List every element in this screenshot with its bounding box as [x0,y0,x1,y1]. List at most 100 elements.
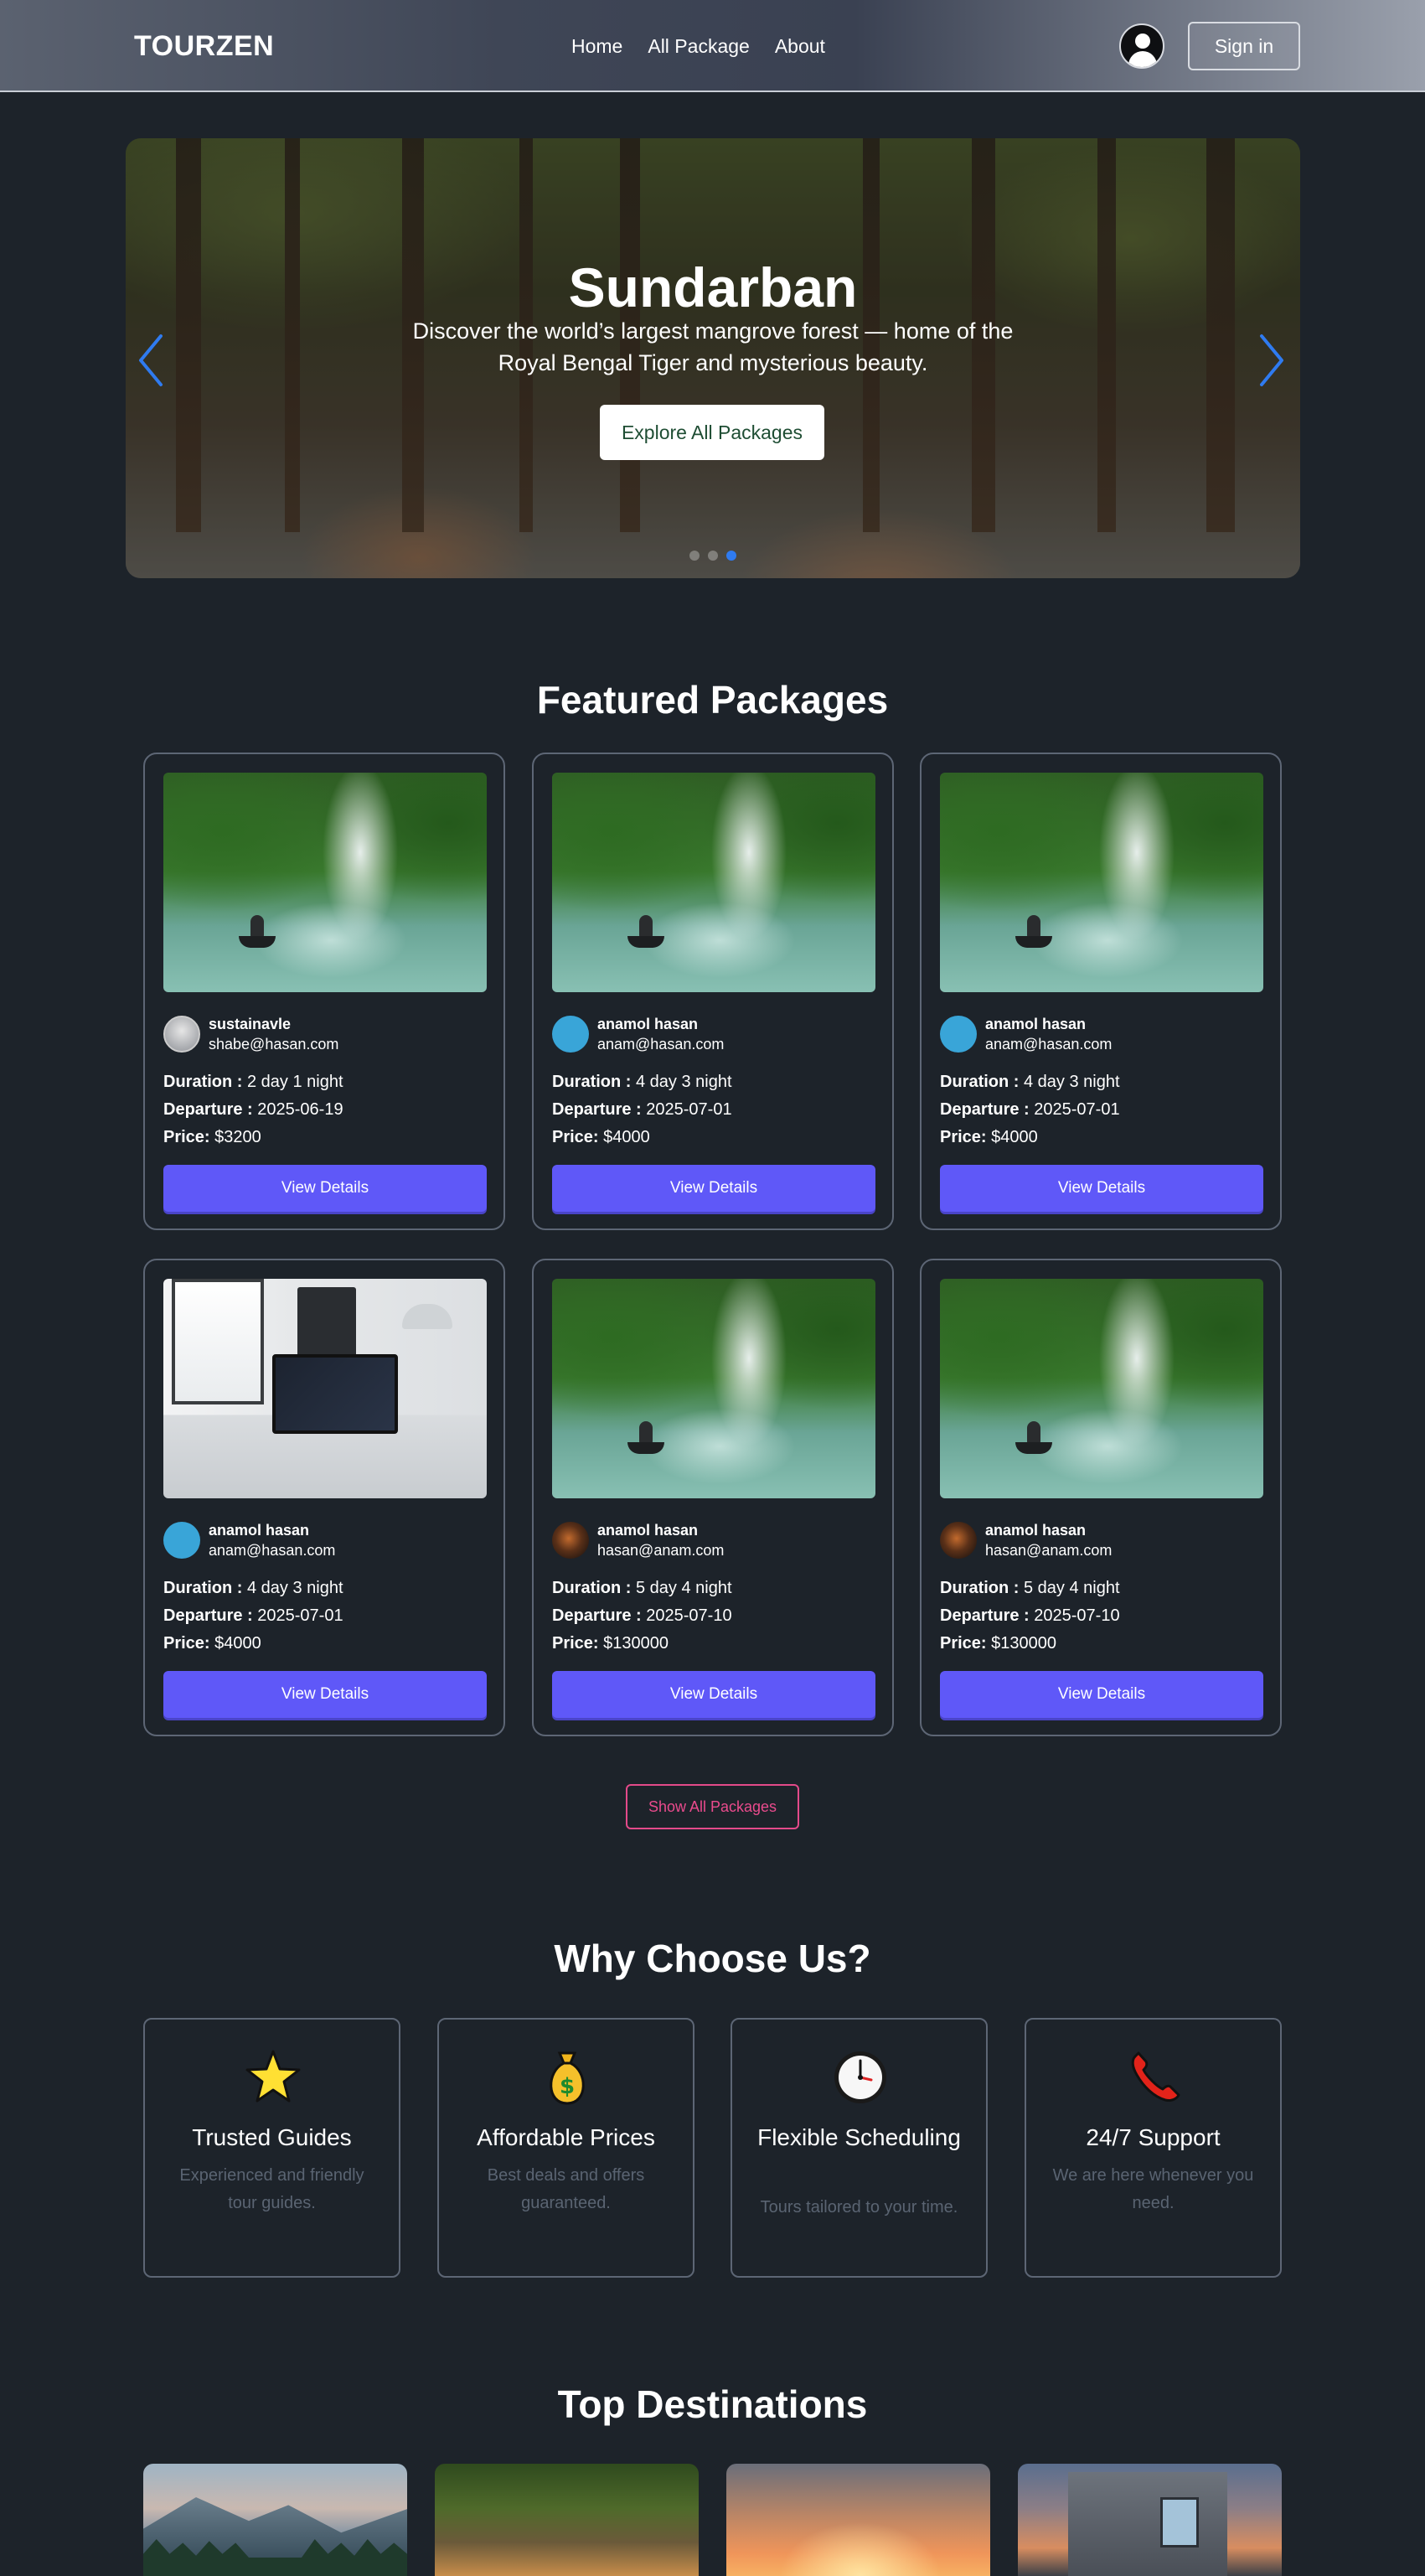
package-author: anamol hasan anam@hasan.com [552,1014,724,1054]
carousel-dots [126,551,1300,561]
carousel-dot[interactable] [689,551,700,561]
nav-link-home[interactable]: Home [571,35,622,58]
duration-value: 4 day 3 night [247,1579,343,1597]
carousel-dot[interactable] [708,551,718,561]
hero-carousel: Sundarban Discover the world’s largest m… [126,138,1300,578]
view-details-button[interactable]: View Details [163,1165,487,1212]
duration-value: 5 day 4 night [636,1579,732,1597]
feature-description: Tours tailored to your time. [760,2198,958,2216]
clock-icon [834,2051,886,2103]
nav-link-all-package[interactable]: All Package [648,35,749,58]
feature-description: We are here whenever you need. [1052,2166,1254,2212]
view-details-button[interactable]: View Details [940,1165,1263,1212]
top-destinations-title: Top Destinations [557,2382,868,2426]
feature-card-affordable-prices: $ Affordable Prices Best deals and offer… [437,2018,694,2278]
show-all-packages-button[interactable]: Show All Packages [626,1784,799,1829]
departure-value: 2025-07-10 [646,1606,732,1625]
user-icon-head [1135,34,1150,49]
package-card: anamol hasan hasan@anam.com Duration : 5… [920,1259,1282,1736]
view-details-button[interactable]: View Details [163,1671,487,1718]
departure-label: Departure : [163,1606,253,1625]
price-label: Price: [163,1128,210,1146]
view-details-button[interactable]: View Details [940,1671,1263,1718]
departure-value: 2025-07-01 [646,1100,732,1119]
package-card: anamol hasan hasan@anam.com Duration : 5… [532,1259,894,1736]
sign-in-button[interactable]: Sign in [1188,22,1300,70]
author-email: anam@hasan.com [597,1036,725,1053]
price-label: Price: [940,1634,987,1653]
avatar [940,1016,977,1053]
feature-card-trusted-guides: Trusted Guides Experienced and friendly … [143,2018,400,2278]
chevron-left-icon[interactable] [134,331,168,390]
author-email: hasan@anam.com [985,1542,1113,1559]
package-author: anamol hasan hasan@anam.com [552,1520,724,1560]
duration-label: Duration : [940,1579,1020,1597]
view-details-button[interactable]: View Details [552,1671,875,1718]
avatar [163,1522,200,1559]
package-author: anamol hasan anam@hasan.com [163,1520,335,1560]
departure-label: Departure : [940,1100,1030,1119]
departure-label: Departure : [552,1100,642,1119]
departure-value: 2025-06-19 [257,1100,343,1119]
duration-value: 2 day 1 night [247,1073,343,1091]
destination-card[interactable] [726,2464,990,2576]
destination-card[interactable] [1018,2464,1282,2576]
author-name: anamol hasan [209,1522,310,1539]
avatar [940,1522,977,1559]
destination-card[interactable] [435,2464,699,2576]
feature-title: Flexible Scheduling [757,2124,961,2150]
package-image [552,1279,875,1498]
package-image [163,773,487,992]
package-image [940,773,1263,992]
package-image [940,1279,1263,1498]
phone-icon [1131,2051,1180,2102]
svg-text:$: $ [560,2074,575,2099]
hero-title: Sundarban [568,256,858,318]
duration-value: 5 day 4 night [1024,1579,1120,1597]
price-value: $4000 [214,1634,261,1653]
avatar [552,1016,589,1053]
price-value: $4000 [603,1128,650,1146]
departure-value: 2025-07-01 [1034,1100,1120,1119]
feature-card-24-7-support: 24/7 Support We are here whenever you ne… [1025,2018,1282,2278]
package-info: Duration : 5 day 4 night Departure : 202… [940,1575,1120,1658]
package-image [163,1279,487,1498]
duration-value: 4 day 3 night [636,1073,732,1091]
duration-label: Duration : [552,1579,632,1597]
view-details-button[interactable]: View Details [552,1165,875,1212]
departure-label: Departure : [163,1100,253,1119]
feature-description: Experienced and friendly tour guides. [179,2166,364,2212]
package-info: Duration : 4 day 3 night Departure : 202… [940,1068,1120,1151]
feature-title: Affordable Prices [477,2124,655,2150]
user-circle-icon[interactable] [1119,23,1164,69]
package-card: anamol hasan anam@hasan.com Duration : 4… [143,1259,505,1736]
user-icon-body [1128,51,1157,67]
price-label: Price: [940,1128,987,1146]
price-value: $4000 [991,1128,1038,1146]
nav-link-about[interactable]: About [775,35,825,58]
chevron-right-icon[interactable] [1255,331,1288,390]
hero-description: Discover the world’s largest mangrove fo… [412,318,1014,375]
author-name: anamol hasan [597,1016,699,1032]
money-bag-icon: $ [550,2051,585,2105]
package-info: Duration : 4 day 3 night Departure : 202… [163,1575,343,1658]
package-info: Duration : 5 day 4 night Departure : 202… [552,1575,732,1658]
package-author: anamol hasan anam@hasan.com [940,1014,1112,1054]
author-name: anamol hasan [985,1522,1087,1539]
feature-description: Best deals and offers guaranteed. [487,2166,645,2212]
author-name: anamol hasan [597,1522,699,1539]
departure-value: 2025-07-10 [1034,1606,1120,1625]
feature-title: Trusted Guides [192,2124,352,2150]
price-label: Price: [163,1634,210,1653]
explore-all-packages-button[interactable]: Explore All Packages [600,405,824,460]
carousel-dot-active[interactable] [726,551,736,561]
brand-logo[interactable]: TOURZEN [134,30,274,63]
nav-links: Home All Package About [571,35,825,58]
price-value: $130000 [991,1634,1057,1653]
avatar [163,1016,200,1053]
avatar [552,1522,589,1559]
destination-card[interactable] [143,2464,407,2576]
package-card: anamol hasan anam@hasan.com Duration : 4… [532,753,894,1230]
author-name: sustainavle [209,1016,292,1032]
price-value: $130000 [603,1634,669,1653]
